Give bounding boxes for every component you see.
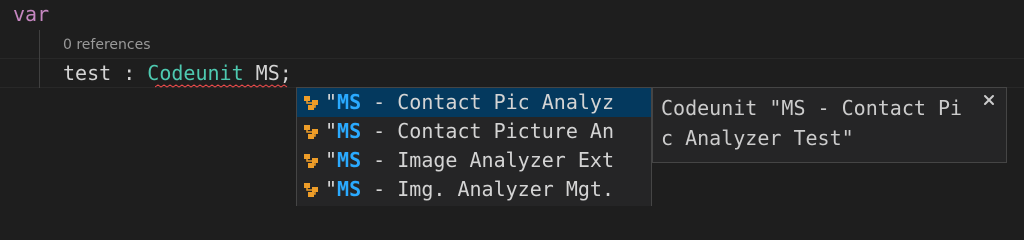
suggest-match-highlight: MS <box>337 148 362 172</box>
suggest-details-panel: Codeunit "MS - Contact Pic Analyzer Test… <box>652 87 1007 163</box>
suggest-quote: " <box>325 90 338 114</box>
suggest-item[interactable]: "MS - Image Analyzer Ext <box>297 146 651 175</box>
variable-name: test <box>63 61 112 85</box>
suggest-item[interactable]: "MS - Img. Analyzer Mgt. <box>297 175 651 204</box>
indent-guide <box>39 30 40 88</box>
suggest-quote: " <box>325 119 338 143</box>
codeunit-object-icon <box>303 175 325 204</box>
suggest-label: - Img. Analyzer Mgt. <box>361 177 615 201</box>
type-codeunit: Codeunit <box>147 61 244 85</box>
codelens-references[interactable]: 0 references <box>63 35 151 55</box>
suggest-widget[interactable]: "MS - Contact Pic Analyz "MS - Contact Pi… <box>296 87 652 206</box>
partial-identifier: MS; <box>243 61 292 85</box>
suggest-quote: " <box>325 177 338 201</box>
error-squiggle <box>155 84 288 88</box>
suggest-match-highlight: MS <box>337 90 362 114</box>
suggest-label: - Image Analyzer Ext <box>361 148 615 172</box>
suggest-item[interactable]: "MS - Contact Pic Analyz <box>297 88 651 117</box>
suggest-match-highlight: MS <box>337 119 362 143</box>
keyword-var: var <box>13 2 50 26</box>
code-line-declaration[interactable]: test : Codeunit MS; <box>63 59 292 87</box>
colon-separator: : <box>111 61 148 85</box>
details-text: Codeunit "MS - Contact Pic Analyzer Test… <box>661 96 963 150</box>
suggest-label: - Contact Picture An <box>361 119 615 143</box>
close-icon[interactable] <box>982 93 996 107</box>
suggest-quote: " <box>325 148 338 172</box>
suggest-label: - Contact Pic Analyz <box>361 90 615 114</box>
codeunit-object-icon <box>303 88 325 117</box>
codeunit-object-icon <box>303 117 325 146</box>
suggest-item[interactable]: "MS - Contact Picture An <box>297 117 651 146</box>
suggest-match-highlight: MS <box>337 177 362 201</box>
code-editor[interactable]: var 0 references test : Codeunit MS; "MS… <box>0 0 1024 206</box>
codeunit-object-icon <box>303 146 325 175</box>
